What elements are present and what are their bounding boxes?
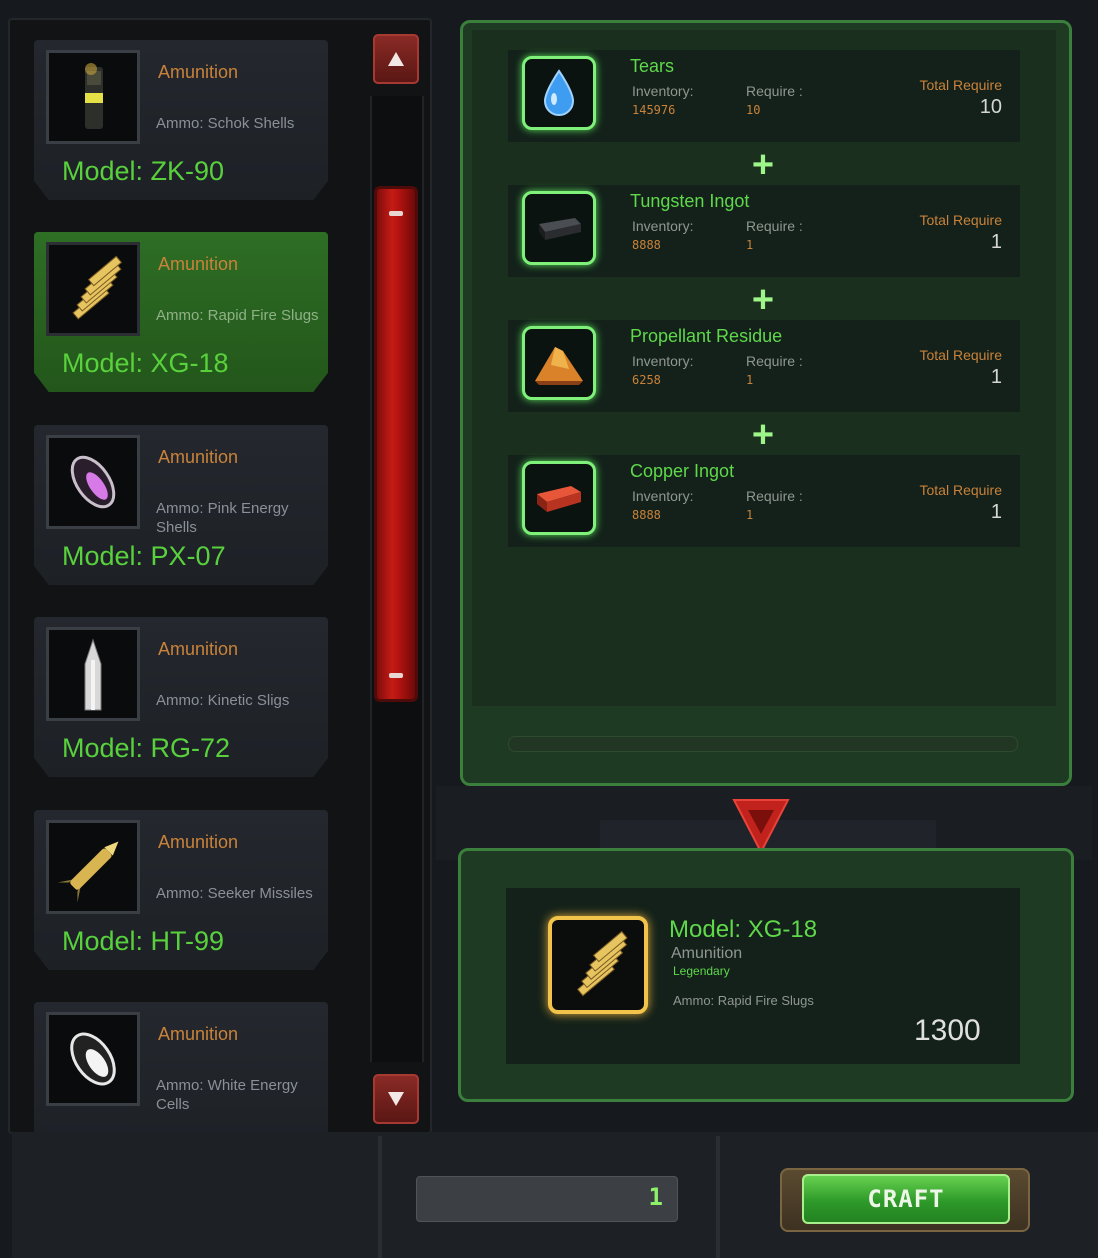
list-item[interactable]: Amunition Ammo: Pink Energy Shells Model… [34, 425, 328, 585]
slugs-icon [46, 242, 140, 336]
item-model: Model: ZK-90 [62, 156, 225, 186]
result-category: Amunition [671, 945, 743, 962]
item-model: Model: PX-07 [62, 541, 226, 571]
ingredient-row[interactable]: Tungsten Ingot Inventory: 8888 Require :… [508, 185, 1020, 277]
plus-icon: + [751, 144, 775, 186]
require-label: Require : [746, 488, 803, 504]
require-value: 1 [746, 508, 754, 522]
scrollbar-thumb[interactable] [374, 186, 418, 702]
plus-icon: + [751, 279, 775, 321]
scroll-down-button[interactable] [373, 1074, 419, 1124]
total-require-label: Total Require [919, 77, 1003, 93]
result-price: 1300 [914, 1014, 981, 1047]
ingredient-name: Tungsten Ingot [630, 191, 750, 211]
triangle-up-icon [388, 52, 404, 66]
item-model: Model: HT-99 [62, 926, 225, 956]
item-category: Amunition [158, 62, 239, 82]
grip-top [389, 211, 403, 216]
inventory-value: 145976 [632, 103, 676, 117]
total-require-label: Total Require [919, 347, 1003, 363]
total-require-value: 1 [990, 231, 1002, 253]
item-description: Ammo: White Energy Cells [156, 1077, 298, 1113]
require-label: Require : [746, 353, 803, 369]
require-value: 1 [746, 373, 754, 387]
inventory-label: Inventory: [632, 83, 694, 99]
ingredient-row[interactable]: Copper Ingot Inventory: 8888 Require : 1… [508, 455, 1020, 547]
missile-icon [46, 820, 140, 914]
require-label: Require : [746, 218, 803, 234]
inventory-label: Inventory: [632, 488, 694, 504]
grip-bottom [389, 673, 403, 678]
pink-energy-icon [46, 435, 140, 529]
bottom-divider [378, 1136, 382, 1258]
item-category: Amunition [158, 1024, 239, 1044]
tungsten-ingot-icon [522, 191, 596, 265]
water-drop-icon [522, 56, 596, 130]
shell-icon [46, 50, 140, 144]
inventory-value: 8888 [632, 238, 661, 252]
craft-arrow-down-icon [732, 799, 790, 855]
ingredient-name: Propellant Residue [630, 326, 783, 346]
item-description: Ammo: Seeker Missiles [156, 885, 313, 902]
item-category: Amunition [158, 639, 239, 659]
item-list: Amunition Ammo: Schok Shells Model: ZK-9… [34, 20, 332, 1162]
total-require-label: Total Require [919, 212, 1003, 228]
item-category: Amunition [158, 447, 239, 467]
list-item[interactable]: Amunition Ammo: Seeker Missiles Model: H… [34, 810, 328, 970]
recipe-progress-bar [508, 736, 1018, 752]
ingredient-row[interactable]: Propellant Residue Inventory: 6258 Requi… [508, 320, 1020, 412]
require-value: 1 [746, 238, 754, 252]
inventory-value: 6258 [632, 373, 661, 387]
slugs-icon [548, 916, 648, 1014]
require-label: Require : [746, 83, 803, 99]
list-item-selected[interactable]: Amunition Ammo: Rapid Fire Slugs Model: … [34, 232, 328, 392]
item-description: Ammo: Rapid Fire Slugs [156, 307, 319, 324]
result-description: Ammo: Rapid Fire Slugs [673, 993, 814, 1008]
quantity-input[interactable]: 1 [416, 1176, 678, 1222]
list-item[interactable]: Amunition Ammo: Schok Shells Model: ZK-9… [34, 40, 328, 200]
inventory-value: 8888 [632, 508, 661, 522]
item-model: Model: XG-18 [62, 348, 229, 378]
inventory-label: Inventory: [632, 353, 694, 369]
white-energy-icon [46, 1012, 140, 1106]
ingredient-row[interactable]: Tears Inventory: 145976 Require : 10 Tot… [508, 50, 1020, 142]
item-model: Model: RG-72 [62, 733, 231, 763]
item-description: Ammo: Pink Energy Shells [156, 500, 289, 536]
require-value: 10 [746, 103, 761, 117]
inventory-label: Inventory: [632, 218, 694, 234]
total-require-value: 1 [990, 501, 1002, 523]
bottom-divider [716, 1136, 720, 1258]
ingredient-name: Copper Ingot [630, 461, 735, 481]
copper-ingot-icon [522, 461, 596, 535]
total-require-value: 1 [990, 366, 1002, 388]
ingredient-name: Tears [630, 56, 675, 76]
item-category: Amunition [158, 254, 239, 274]
triangle-down-icon [388, 1092, 404, 1106]
total-require-label: Total Require [919, 482, 1003, 498]
item-category: Amunition [158, 832, 239, 852]
scroll-up-button[interactable] [373, 34, 419, 84]
propellant-pile-icon [522, 326, 596, 400]
plus-icon: + [751, 414, 775, 456]
list-item[interactable]: Amunition Ammo: Kinetic Sligs Model: RG-… [34, 617, 328, 777]
craft-button[interactable]: CRAFT [802, 1174, 1010, 1224]
item-description: Ammo: Schok Shells [156, 115, 295, 132]
total-require-value: 10 [979, 96, 1002, 118]
kinetic-bullet-icon [46, 627, 140, 721]
item-description: Ammo: Kinetic Sligs [156, 692, 290, 709]
result-rarity: Legendary [673, 964, 730, 978]
result-model: Model: XG-18 [669, 916, 818, 943]
